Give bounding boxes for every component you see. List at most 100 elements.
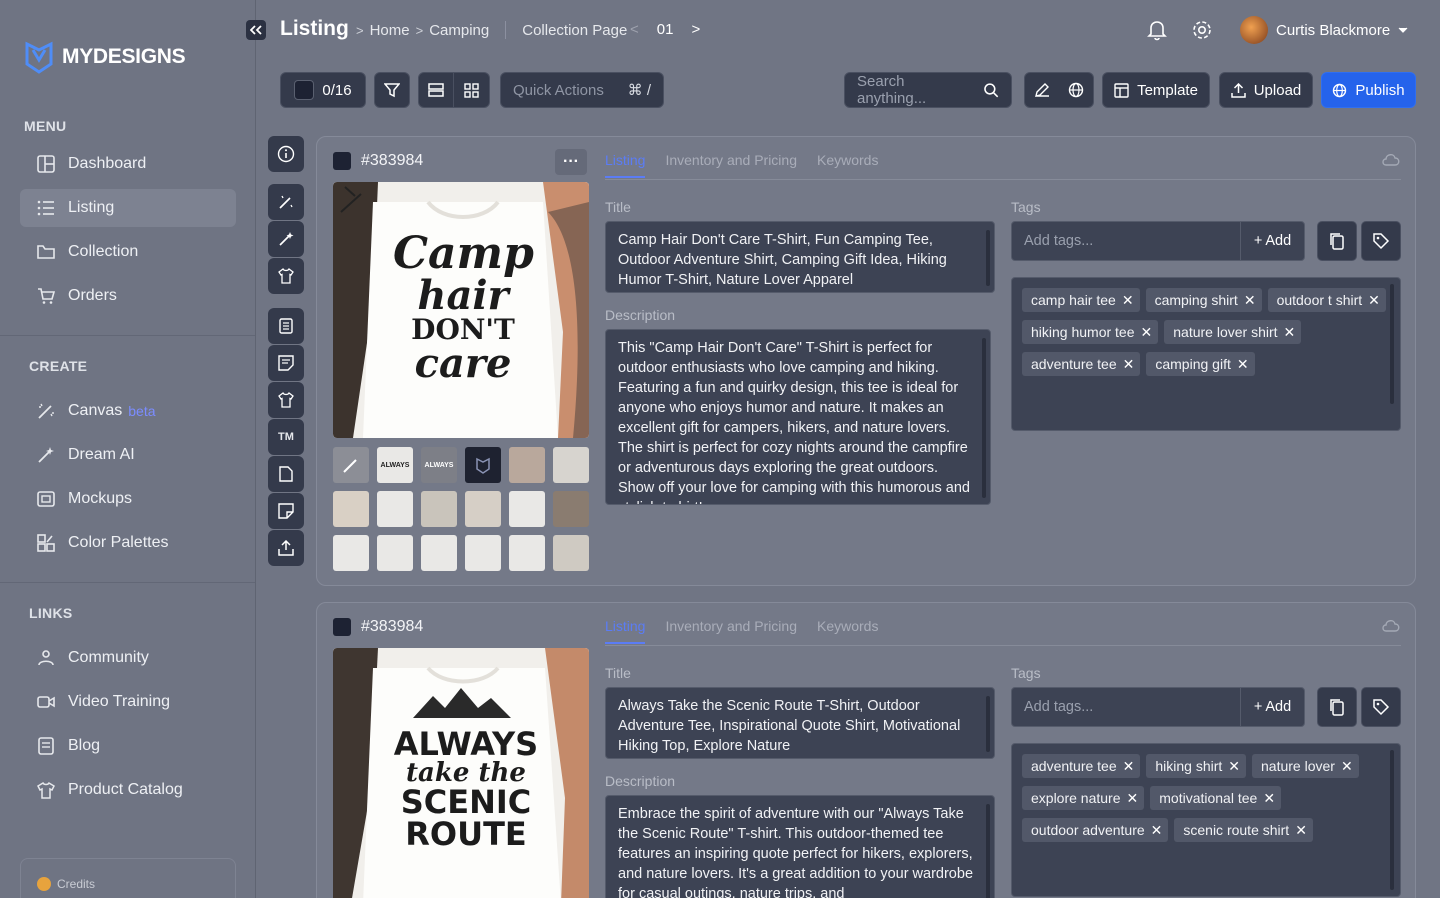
cloud-sync-icon[interactable]: [1381, 618, 1401, 632]
thumbnail[interactable]: [333, 535, 369, 571]
cloud-sync-icon[interactable]: [1381, 152, 1401, 166]
trademark-button[interactable]: TM: [268, 419, 304, 455]
close-icon[interactable]: ✕: [1122, 292, 1134, 309]
product-image[interactable]: ALWAYS take the SCENIC ROUTE: [333, 648, 589, 898]
close-icon[interactable]: ✕: [1123, 758, 1135, 775]
close-icon[interactable]: ✕: [1127, 790, 1139, 807]
tag-chip[interactable]: outdoor adventure ✕: [1022, 818, 1169, 842]
details-button[interactable]: [268, 308, 304, 344]
thumbnail[interactable]: [421, 535, 457, 571]
quick-actions-button[interactable]: Quick Actions ⌘ /: [500, 72, 664, 108]
listing-checkbox[interactable]: [333, 618, 351, 636]
thumbnail[interactable]: ALWAYS: [377, 447, 413, 483]
scrollbar[interactable]: [986, 804, 990, 898]
tag-tools-button[interactable]: [1361, 221, 1401, 261]
tag-chip[interactable]: hiking humor tee ✕: [1022, 320, 1159, 344]
sidebar-item-dashboard[interactable]: Dashboard: [20, 145, 236, 183]
listing-checkbox[interactable]: [333, 152, 351, 170]
close-icon[interactable]: ✕: [1341, 758, 1353, 775]
tag-chip[interactable]: camping shirt ✕: [1145, 288, 1262, 312]
tab-keywords[interactable]: Keywords: [817, 618, 878, 644]
thumbnail-edit[interactable]: [333, 447, 369, 483]
thumbnail[interactable]: [377, 491, 413, 527]
sidebar-item-orders[interactable]: Orders: [20, 277, 236, 315]
description-field[interactable]: This "Camp Hair Don't Care" T-Shirt is p…: [605, 329, 991, 505]
close-icon[interactable]: ✕: [1284, 324, 1296, 341]
thumbnail[interactable]: [553, 491, 589, 527]
close-icon[interactable]: ✕: [1123, 356, 1135, 373]
thumbnail[interactable]: ALWAYS: [421, 447, 457, 483]
tag-chip[interactable]: adventure tee ✕: [1022, 352, 1141, 376]
tag-chip[interactable]: outdoor t shirt ✕: [1267, 288, 1386, 312]
breadcrumb-home[interactable]: Home: [370, 22, 410, 39]
sidebar-item-dream-ai[interactable]: Dream AI: [20, 436, 236, 474]
tag-chip[interactable]: camping gift ✕: [1146, 352, 1255, 376]
filter-button[interactable]: [374, 72, 410, 108]
file-button[interactable]: [268, 456, 304, 492]
sticker-button[interactable]: [268, 493, 304, 529]
notes-button[interactable]: [268, 345, 304, 381]
tag-chip[interactable]: adventure tee ✕: [1022, 754, 1141, 778]
sidebar-item-video-training[interactable]: Video Training: [20, 683, 236, 721]
tab-inventory-pricing[interactable]: Inventory and Pricing: [665, 618, 797, 644]
info-button[interactable]: [268, 136, 304, 172]
thumbnail[interactable]: [465, 535, 501, 571]
grid-view-button[interactable]: [454, 73, 489, 107]
thumbnail[interactable]: [553, 535, 589, 571]
close-icon[interactable]: ✕: [1237, 356, 1249, 373]
tab-keywords[interactable]: Keywords: [817, 152, 878, 178]
tag-input[interactable]: Add tags... + Add: [1011, 221, 1305, 261]
product-button[interactable]: [268, 258, 304, 294]
collapse-sidebar-button[interactable]: [246, 20, 266, 40]
tag-tools-button[interactable]: [1361, 687, 1401, 727]
settings-button[interactable]: [1190, 18, 1214, 42]
breadcrumb-camping[interactable]: Camping: [429, 22, 489, 39]
tab-listing[interactable]: Listing: [605, 618, 646, 644]
title-field[interactable]: Camp Hair Don't Care T-Shirt, Fun Campin…: [605, 221, 995, 293]
apparel-button[interactable]: [268, 382, 304, 418]
add-tag-button[interactable]: + Add: [1240, 688, 1304, 726]
search-input[interactable]: Search anything...: [844, 72, 1012, 108]
select-all-toggle[interactable]: 0/16: [280, 72, 366, 108]
copy-tags-button[interactable]: [1317, 221, 1357, 261]
scrollbar[interactable]: [982, 338, 986, 498]
template-button[interactable]: Template: [1102, 72, 1210, 108]
close-icon[interactable]: ✕: [1141, 324, 1153, 341]
close-icon[interactable]: ✕: [1295, 822, 1307, 839]
close-icon[interactable]: ✕: [1244, 292, 1256, 309]
sidebar-item-collection[interactable]: Collection: [20, 233, 236, 271]
next-page-button[interactable]: >: [691, 21, 700, 38]
upload-button[interactable]: Upload: [1219, 72, 1313, 108]
thumbnail[interactable]: [333, 491, 369, 527]
thumbnail[interactable]: [509, 447, 545, 483]
export-button[interactable]: [268, 530, 304, 566]
credits-panel[interactable]: Credits: [20, 858, 236, 898]
notifications-button[interactable]: [1145, 18, 1169, 42]
tag-chip[interactable]: nature lover ✕: [1252, 754, 1359, 778]
sidebar-item-mockups[interactable]: Mockups: [20, 480, 236, 518]
close-icon[interactable]: ✕: [1368, 292, 1380, 309]
tag-chip[interactable]: nature lover shirt ✕: [1164, 320, 1302, 344]
close-icon[interactable]: ✕: [1228, 758, 1240, 775]
sidebar-item-product-catalog[interactable]: Product Catalog: [20, 771, 236, 809]
add-tag-button[interactable]: + Add: [1240, 222, 1304, 260]
sidebar-item-community[interactable]: Community: [20, 639, 236, 677]
description-field[interactable]: Embrace the spirit of adventure with our…: [605, 795, 995, 898]
brand-logo[interactable]: MYDESIGNS: [24, 38, 186, 76]
sidebar-item-listing[interactable]: Listing: [20, 189, 236, 227]
tag-chip[interactable]: scenic route shirt ✕: [1174, 818, 1313, 842]
scrollbar[interactable]: [1390, 284, 1394, 404]
edit-button[interactable]: [1025, 82, 1059, 98]
select-all-checkbox[interactable]: [294, 80, 315, 100]
scrollbar[interactable]: [986, 230, 990, 286]
title-field[interactable]: Always Take the Scenic Route T-Shirt, Ou…: [605, 687, 995, 759]
user-menu[interactable]: Curtis Blackmore: [1240, 16, 1408, 44]
thumbnail-logo[interactable]: [465, 447, 501, 483]
thumbnail[interactable]: [509, 535, 545, 571]
tag-chip[interactable]: camp hair tee ✕: [1022, 288, 1140, 312]
close-icon[interactable]: ✕: [1151, 822, 1163, 839]
copy-tags-button[interactable]: [1317, 687, 1357, 727]
product-image[interactable]: Camp hair DON'T care: [333, 182, 589, 438]
magic-button[interactable]: [268, 221, 304, 257]
thumbnail[interactable]: [377, 535, 413, 571]
